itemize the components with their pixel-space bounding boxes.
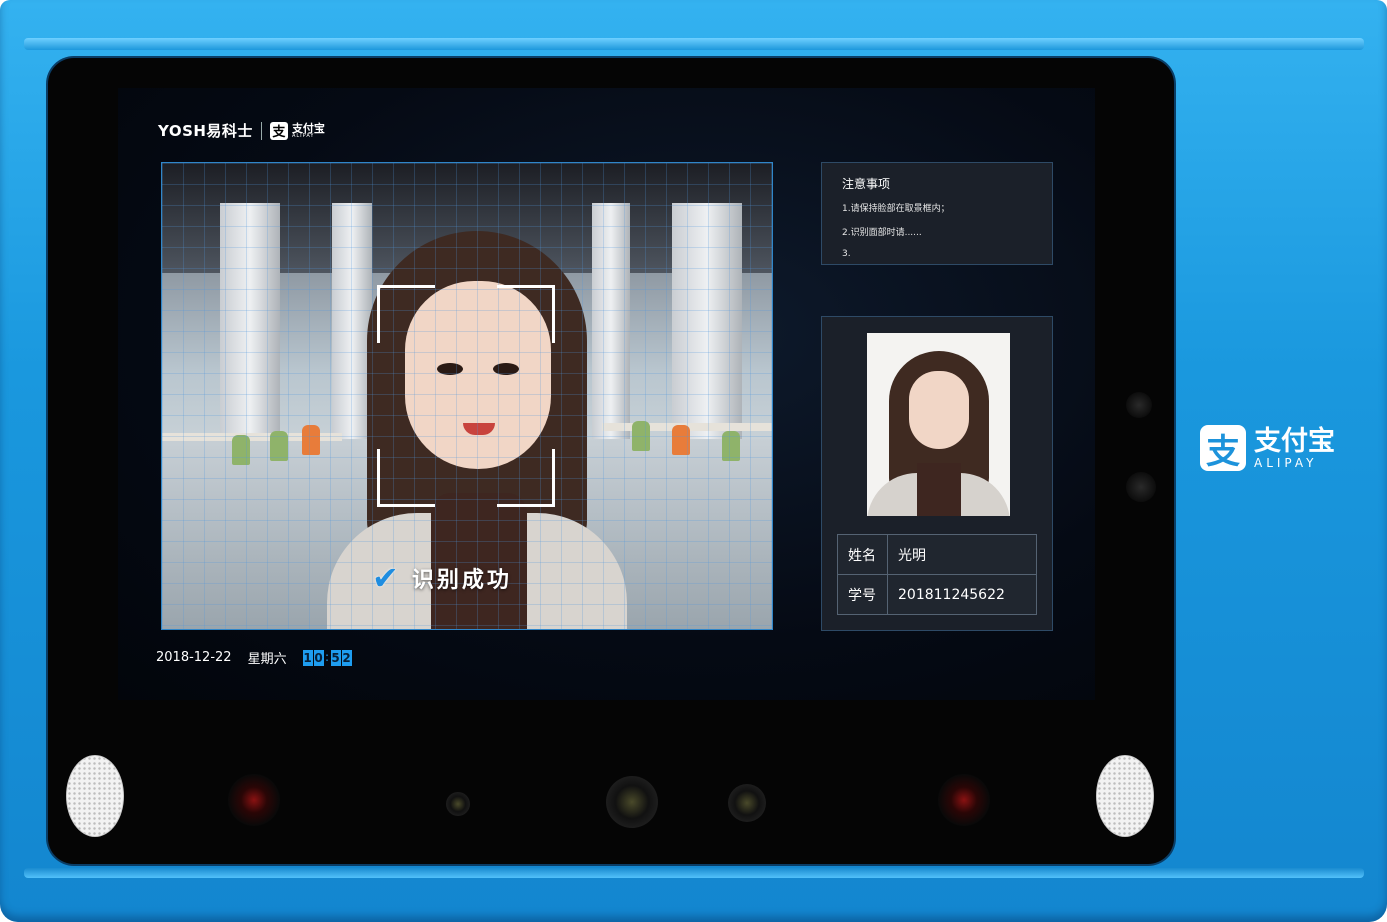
side-sensor-bottom [1126, 472, 1156, 502]
face-detection-box [377, 285, 555, 507]
datetime-bar: 2018-12-22 星期六 1 0 : 5 2 [156, 648, 352, 667]
registered-photo [867, 333, 1010, 516]
alipay-logo: 支 支付宝 ALIPAY [269, 121, 325, 140]
recognition-success: ✔ 识别成功 [372, 559, 512, 597]
facebox-corner [497, 449, 555, 507]
right-speaker-grille [1096, 755, 1154, 837]
notice-title: 注意事项 [842, 177, 891, 191]
alipay-icon: 支 [269, 121, 288, 140]
name-value: 光明 [887, 534, 1037, 575]
clock-digit: 2 [341, 649, 352, 666]
brand-header: YOSH易科士 支 支付宝 ALIPAY [158, 120, 325, 141]
table-row: 学号 201811245622 [837, 574, 1037, 615]
left-ir-sensor [228, 774, 280, 826]
alipay-side-icon: 支 [1200, 425, 1246, 472]
notice-item: 3. [842, 249, 851, 259]
facebox-corner [377, 449, 435, 507]
date-text: 2018-12-22 [156, 650, 232, 665]
facebox-corner [497, 285, 555, 343]
display-screen: YOSH易科士 支 支付宝 ALIPAY ✔ 识别成功 2018-12-22 星… [118, 88, 1095, 700]
brand-divider [260, 121, 262, 140]
facebox-corner [377, 285, 435, 343]
alipay-logo-en: ALIPAY [291, 132, 315, 139]
weekday-text: 星期六 [247, 652, 287, 667]
device-top-ridge [24, 38, 1364, 50]
kiosk-device: YOSH易科士 支 支付宝 ALIPAY ✔ 识别成功 2018-12-22 星… [0, 0, 1387, 922]
photo-face [909, 371, 969, 449]
front-camera-depth [728, 784, 766, 822]
student-id-label: 学号 [837, 574, 888, 615]
left-speaker-grille [66, 755, 124, 837]
alipay-side-logo: 支 支付宝 ALIPAY [1200, 425, 1335, 472]
student-id-value: 201811245622 [887, 574, 1037, 615]
clock-digit: 5 [330, 649, 341, 666]
clock-digit: 0 [313, 649, 324, 666]
clock: 1 0 : 5 2 [302, 649, 352, 666]
notice-panel: 注意事项 1.请保持脸部在取景框内； 2.识别面部时请...... 3. [821, 162, 1053, 265]
device-bottom-ridge [24, 868, 1364, 878]
notice-item: 1.请保持脸部在取景框内； [842, 204, 950, 214]
photo-sweater [917, 463, 961, 516]
name-label: 姓名 [837, 534, 888, 575]
notice-item: 2.识别面部时请...... [842, 228, 922, 238]
identity-info-table: 姓名 光明 学号 201811245622 [837, 534, 1037, 615]
right-ir-sensor [938, 774, 990, 826]
identity-card-panel: 姓名 光明 学号 201811245622 [821, 316, 1053, 631]
checkmark-icon: ✔ [372, 559, 402, 597]
yosh-logo: YOSH易科士 [158, 122, 253, 140]
table-row: 姓名 光明 [837, 534, 1037, 575]
front-camera-main [606, 776, 658, 828]
clock-digit: 1 [302, 649, 313, 666]
alipay-side-cn: 支付宝 [1254, 425, 1335, 457]
camera-viewfinder: ✔ 识别成功 [161, 162, 773, 630]
side-sensor-top [1126, 392, 1152, 418]
alipay-side-en: ALIPAY [1254, 455, 1318, 470]
success-text: 识别成功 [411, 568, 512, 593]
front-camera-small [446, 792, 470, 816]
alipay-logo-cn: 支付宝 [291, 121, 325, 135]
clock-separator: : [325, 649, 330, 664]
